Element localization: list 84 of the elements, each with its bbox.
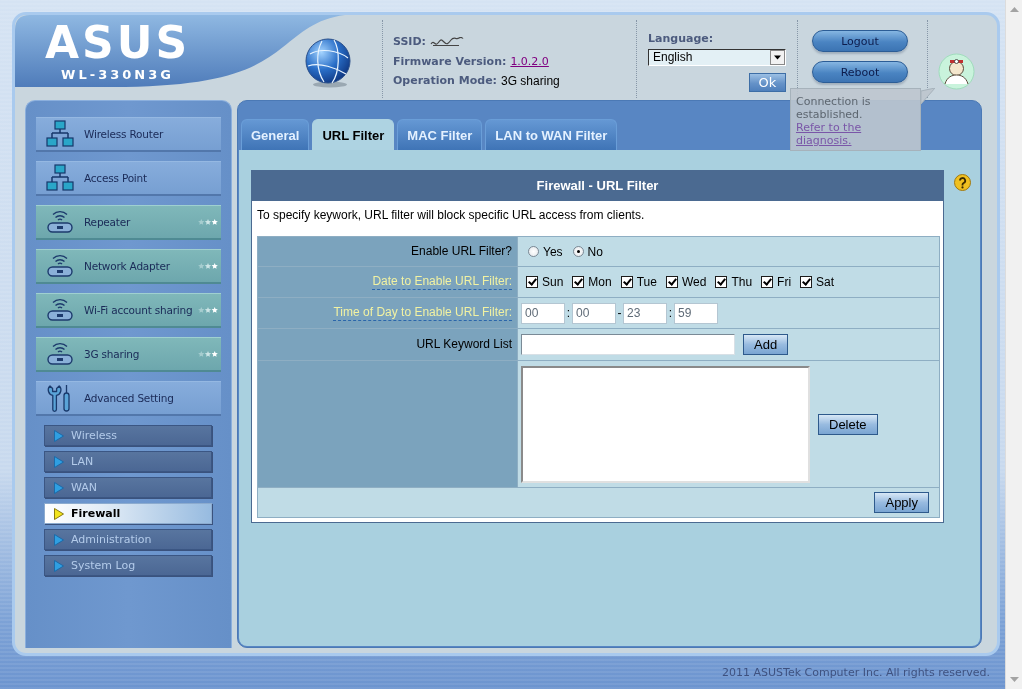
add-button[interactable]: Add: [743, 334, 789, 355]
day-label: Fri: [777, 275, 792, 289]
radio-button[interactable]: [572, 246, 584, 257]
stars-icon: [198, 305, 218, 314]
brand-logo: ASUS: [44, 26, 191, 60]
checkbox[interactable]: [800, 276, 813, 288]
day-label: Mon: [588, 275, 612, 289]
time-separator: :: [667, 306, 674, 320]
delete-button[interactable]: Delete: [818, 413, 878, 435]
ok-button[interactable]: Ok: [749, 73, 786, 92]
sidebar-item[interactable]: 3G sharing: [36, 337, 221, 372]
field-label: Enable URL Filter?: [411, 244, 512, 259]
tab[interactable]: URL Filter: [312, 119, 395, 150]
day-label: Tue: [636, 275, 657, 289]
triangle-icon: [54, 533, 64, 546]
language-label: Language:: [648, 32, 714, 46]
info-label: Firmware Version:: [393, 54, 507, 68]
day-label: Sat: [816, 275, 835, 289]
help-icon[interactable]: [954, 174, 971, 191]
checkbox[interactable]: [761, 276, 774, 288]
diagnosis-link[interactable]: Refer to the diagnosis.: [796, 121, 915, 147]
copyright-text: 2011 ASUSTek Computer Inc. All rights reserved.: [722, 666, 990, 679]
status-message: Connection is established.: [796, 95, 872, 121]
checkbox[interactable]: [715, 276, 728, 288]
tab[interactable]: LAN to WAN Filter: [485, 119, 618, 150]
description-text: To specify keywork, URL filter will block specific URL access from clients.: [257, 207, 646, 224]
time-separator: :: [565, 306, 572, 320]
avatar-icon: [938, 53, 975, 90]
keyword-field[interactable]: [521, 334, 735, 355]
submenu-item[interactable]: WAN: [44, 477, 212, 498]
submenu-item[interactable]: Firewall: [44, 503, 212, 524]
day-label: Sun: [542, 275, 564, 289]
submenu-item[interactable]: LAN: [44, 451, 212, 472]
checkbox[interactable]: [526, 276, 538, 288]
info-label: SSID:: [393, 35, 426, 49]
globe-icon: [304, 38, 352, 88]
triangle-icon: [54, 455, 64, 468]
submenu-item[interactable]: System Log: [44, 555, 212, 576]
time-field[interactable]: 00: [521, 302, 565, 324]
keyword-list-box[interactable]: [521, 365, 810, 483]
option-label: No: [587, 244, 603, 259]
time-separator: -: [616, 306, 623, 320]
stars-icon: [198, 217, 218, 226]
day-label: Wed: [681, 275, 707, 289]
time-field[interactable]: 00: [572, 302, 616, 324]
header-button[interactable]: Reboot: [812, 61, 908, 83]
time-field[interactable]: 23: [623, 302, 667, 324]
submenu-item[interactable]: Administration: [44, 529, 212, 550]
network-icon: [46, 163, 74, 192]
submenu-item[interactable]: Wireless: [44, 425, 212, 446]
field-label: URL Keyword List: [416, 337, 512, 352]
field-label: Time of Day to Enable URL Filter:: [333, 305, 512, 321]
sidebar-item[interactable]: Advanced Setting: [36, 381, 221, 416]
radio-button[interactable]: [528, 246, 539, 257]
field-label: Date to Enable URL Filter:: [372, 274, 512, 290]
card-title: Firewall - URL Filter: [252, 171, 943, 201]
stars-icon: [198, 349, 218, 358]
sidebar-item[interactable]: Wireless Router: [36, 117, 221, 152]
info-value: 3G sharing: [501, 73, 560, 88]
triangle-icon: [54, 559, 64, 572]
header-button[interactable]: Logout: [812, 30, 908, 52]
day-label: Thu: [731, 275, 753, 289]
stars-icon: [198, 261, 218, 270]
time-field[interactable]: 59: [674, 302, 718, 324]
scribble-icon: [430, 36, 464, 47]
tab[interactable]: MAC Filter: [397, 119, 483, 150]
tab[interactable]: General: [241, 119, 310, 150]
sidebar-item[interactable]: Access Point: [36, 161, 221, 196]
checkbox[interactable]: [572, 276, 585, 288]
version-link[interactable]: 1.0.2.0: [510, 54, 549, 68]
apply-button[interactable]: Apply: [874, 492, 929, 513]
triangle-icon: [54, 481, 64, 494]
triangle-icon: [54, 507, 64, 520]
model-name: WL-330N3G: [61, 67, 174, 82]
checkbox[interactable]: [620, 276, 633, 288]
option-label: Yes: [543, 244, 563, 259]
sidebar-item[interactable]: Network Adapter: [36, 249, 221, 284]
network-icon: [46, 119, 74, 148]
sidebar-item[interactable]: Wi-Fi account sharing: [36, 293, 221, 328]
language-select[interactable]: English: [648, 49, 786, 66]
sidebar-item[interactable]: Repeater: [36, 205, 221, 240]
checkbox[interactable]: [665, 276, 678, 288]
triangle-icon: [54, 429, 64, 442]
info-label: Operation Mode:: [393, 74, 498, 88]
